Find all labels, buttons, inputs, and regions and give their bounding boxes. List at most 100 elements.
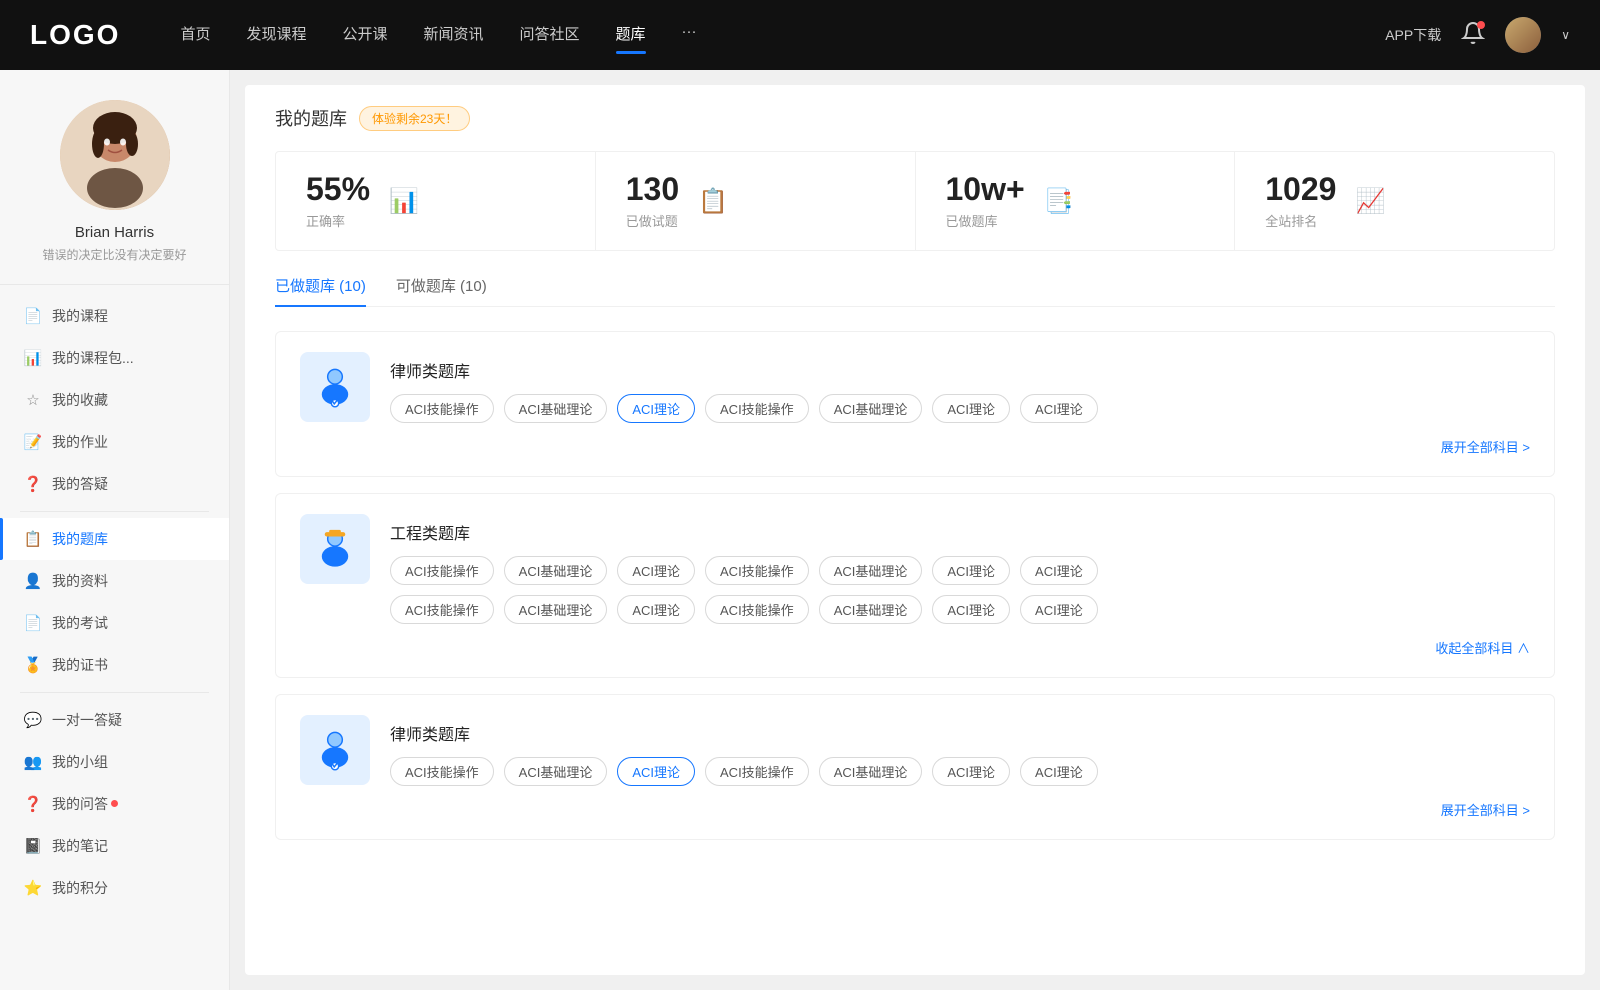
- tag[interactable]: ACI技能操作: [705, 394, 809, 423]
- stat-text: 130 已做试题: [626, 172, 679, 230]
- page-header: 我的题库 体验剩余23天！: [275, 105, 1555, 131]
- tag[interactable]: ACI理论: [1020, 556, 1098, 585]
- sidebar-item-我的课程包...[interactable]: 📊 我的课程包...: [0, 337, 229, 379]
- tag[interactable]: ACI基础理论: [819, 757, 923, 786]
- tag[interactable]: ACI基础理论: [504, 757, 608, 786]
- avatar-dropdown-chevron[interactable]: ∨: [1561, 28, 1570, 42]
- sidebar-item-一对一答疑[interactable]: 💬 一对一答疑: [0, 699, 229, 741]
- sidebar-item-我的证书[interactable]: 🏅 我的证书: [0, 644, 229, 686]
- tag[interactable]: ACI理论: [617, 556, 695, 585]
- tab-已做题库 (10)[interactable]: 已做题库 (10): [275, 275, 366, 306]
- sidebar-item-我的小组[interactable]: 👥 我的小组: [0, 741, 229, 783]
- bank-card-header: 律师类题库 ACI技能操作ACI基础理论ACI理论ACI技能操作ACI基础理论A…: [300, 352, 1530, 423]
- nav-links: 首页 发现课程 公开课 新闻资讯 问答社区 题库 ···: [180, 23, 1385, 48]
- sidebar-item-我的积分[interactable]: ⭐ 我的积分: [0, 867, 229, 909]
- lawyer-icon-svg: [313, 728, 357, 772]
- stat-label: 已做试题: [626, 211, 679, 230]
- sidebar-item-我的题库[interactable]: 📋 我的题库: [0, 518, 229, 560]
- stat-text: 1029 全站排名: [1265, 172, 1336, 230]
- tag[interactable]: ACI基础理论: [504, 394, 608, 423]
- tag[interactable]: ACI理论: [932, 556, 1010, 585]
- expand-button[interactable]: 展开全部科目 >: [300, 437, 1530, 456]
- stat-label: 正确率: [306, 211, 370, 230]
- nav-link-新闻资讯[interactable]: 新闻资讯: [424, 23, 484, 48]
- tag[interactable]: ACI技能操作: [390, 394, 494, 423]
- navbar: LOGO 首页发现课程公开课新闻资讯问答社区题库··· APP下载 ∨: [0, 0, 1600, 70]
- sidebar-item-label: 我的问答: [52, 794, 108, 814]
- sidebar-item-我的笔记[interactable]: 📓 我的笔记: [0, 825, 229, 867]
- sidebar-item-label: 我的课程包...: [52, 348, 134, 368]
- stat-number: 10w+: [946, 172, 1025, 207]
- profile-avatar-svg: [60, 100, 170, 210]
- tag[interactable]: ACI基础理论: [504, 556, 608, 585]
- sidebar-item-我的问答[interactable]: ❓ 我的问答: [0, 783, 229, 825]
- tag[interactable]: ACI技能操作: [390, 595, 494, 624]
- profile-avatar[interactable]: [60, 100, 170, 210]
- expand-button[interactable]: 展开全部科目 >: [300, 800, 1530, 819]
- tag[interactable]: ACI技能操作: [390, 556, 494, 585]
- sidebar-item-我的课程[interactable]: 📄 我的课程: [0, 295, 229, 337]
- tag[interactable]: ACI技能操作: [705, 595, 809, 624]
- stat-number: 55%: [306, 172, 370, 207]
- tag[interactable]: ACI理论: [932, 394, 1010, 423]
- sidebar-icon: 👥: [24, 753, 42, 771]
- sidebar-item-我的答疑[interactable]: ❓ 我的答疑: [0, 463, 229, 505]
- stat-text: 55% 正确率: [306, 172, 370, 230]
- stat-number: 130: [626, 172, 679, 207]
- sidebar-icon: ❓: [24, 475, 42, 493]
- tag[interactable]: ACI技能操作: [390, 757, 494, 786]
- sidebar-icon: 📓: [24, 837, 42, 855]
- sidebar-item-我的收藏[interactable]: ☆ 我的收藏: [0, 379, 229, 421]
- bank-info: 工程类题库 ACI技能操作ACI基础理论ACI理论ACI技能操作ACI基础理论A…: [390, 514, 1530, 624]
- app-download-link[interactable]: APP下载: [1385, 25, 1441, 45]
- tag[interactable]: ACI理论: [617, 595, 695, 624]
- stat-cell-2: 10w+ 已做题库 📑: [916, 152, 1236, 250]
- sidebar-item-我的作业[interactable]: 📝 我的作业: [0, 421, 229, 463]
- bank-icon: [300, 352, 370, 422]
- tag[interactable]: ACI理论: [932, 595, 1010, 624]
- sidebar-item-我的资料[interactable]: 👤 我的资料: [0, 560, 229, 602]
- nav-link-发现课程[interactable]: 发现课程: [246, 23, 306, 48]
- stat-icon: 📑: [1039, 181, 1079, 221]
- lawyer-icon-svg: [313, 365, 357, 409]
- user-avatar[interactable]: [1505, 17, 1541, 53]
- nav-link-公开课[interactable]: 公开课: [342, 23, 387, 48]
- bank-title: 律师类题库: [390, 358, 1530, 382]
- nav-link-问答社区[interactable]: 问答社区: [520, 23, 580, 48]
- stat-text: 10w+ 已做题库: [946, 172, 1025, 230]
- trial-badge: 体验剩余23天！: [359, 106, 470, 131]
- tag[interactable]: ACI基础理论: [819, 595, 923, 624]
- sidebar-divider: [20, 692, 209, 693]
- collapse-button[interactable]: 收起全部科目 ∧: [300, 638, 1530, 657]
- bank-card-header: 律师类题库 ACI技能操作ACI基础理论ACI理论ACI技能操作ACI基础理论A…: [300, 715, 1530, 786]
- tag[interactable]: ACI理论: [617, 394, 695, 423]
- tag[interactable]: ACI技能操作: [705, 757, 809, 786]
- tag[interactable]: ACI基础理论: [819, 394, 923, 423]
- sidebar-item-我的考试[interactable]: 📄 我的考试: [0, 602, 229, 644]
- nav-link-题库[interactable]: 题库: [616, 23, 646, 48]
- sidebar-icon: 📊: [24, 349, 42, 367]
- tags-row: ACI技能操作 ACI基础理论 ACI理论 ACI技能操作 ACI基础理论 ACI理论 AC…: [390, 394, 1530, 423]
- tag[interactable]: ACI技能操作: [705, 556, 809, 585]
- notification-dot: [1477, 21, 1485, 29]
- tag[interactable]: ACI理论: [1020, 757, 1098, 786]
- sidebar-menu: 📄 我的课程 📊 我的课程包... ☆ 我的收藏 📝 我的作业 ❓ 我的答疑 📋…: [0, 285, 229, 919]
- notification-bell[interactable]: [1461, 21, 1485, 50]
- page-title: 我的题库: [275, 105, 347, 131]
- tag[interactable]: ACI理论: [1020, 394, 1098, 423]
- tag[interactable]: ACI基础理论: [504, 595, 608, 624]
- tag[interactable]: ACI理论: [932, 757, 1010, 786]
- tag[interactable]: ACI基础理论: [819, 556, 923, 585]
- sidebar-item-label: 我的题库: [52, 529, 108, 549]
- stat-label: 已做题库: [946, 211, 1025, 230]
- tag[interactable]: ACI理论: [1020, 595, 1098, 624]
- nav-link-···[interactable]: ···: [682, 23, 697, 48]
- tags-row-1: ACI技能操作 ACI基础理论 ACI理论 ACI技能操作 ACI基础理论 ACI理论 AC…: [390, 556, 1530, 585]
- bank-info: 律师类题库 ACI技能操作ACI基础理论ACI理论ACI技能操作ACI基础理论A…: [390, 715, 1530, 786]
- tag[interactable]: ACI理论: [617, 757, 695, 786]
- tab-可做题库 (10)[interactable]: 可做题库 (10): [396, 275, 487, 306]
- bank-info: 律师类题库 ACI技能操作ACI基础理论ACI理论ACI技能操作ACI基础理论A…: [390, 352, 1530, 423]
- unread-dot: [111, 800, 118, 807]
- sidebar-icon: ❓: [24, 795, 42, 813]
- nav-link-首页[interactable]: 首页: [180, 23, 210, 48]
